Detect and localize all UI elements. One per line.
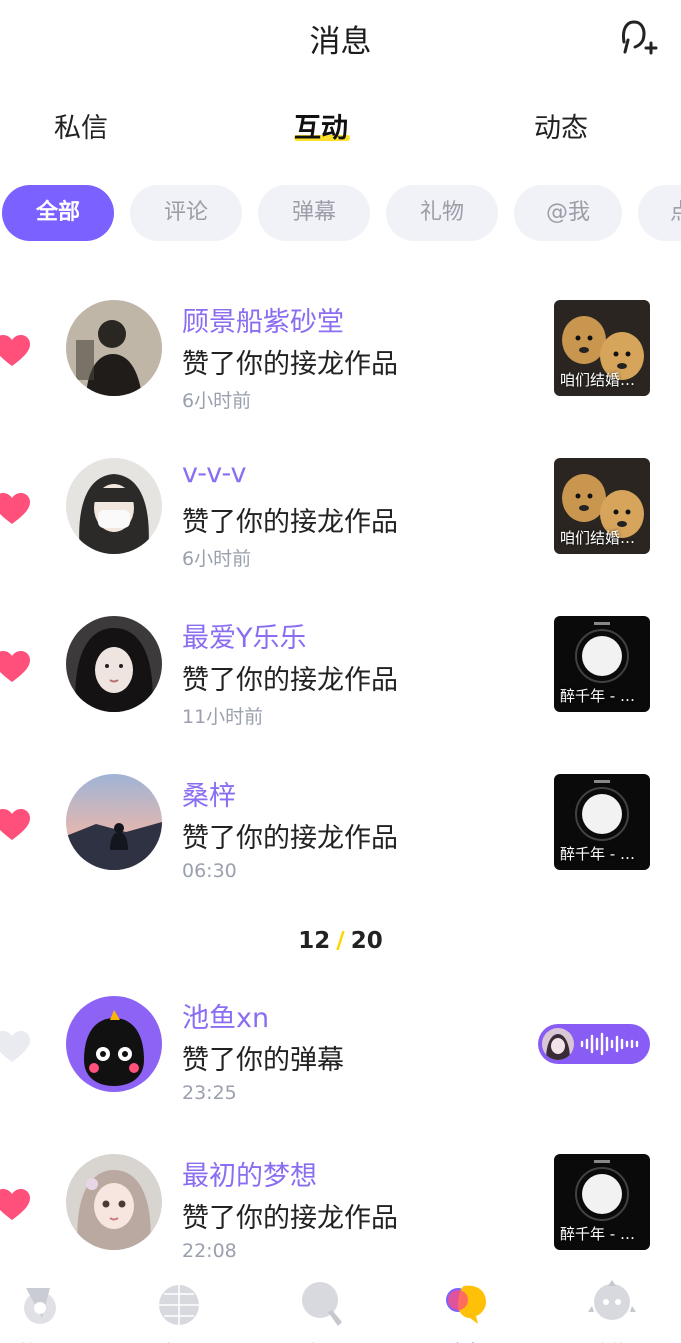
heart-icon: [0, 809, 30, 840]
timestamp: 06:30: [182, 860, 237, 882]
profile-icon: [588, 1280, 636, 1320]
page-current: 12: [298, 928, 331, 954]
chip-all[interactable]: 全部: [2, 185, 114, 241]
mic-icon: [302, 1282, 342, 1326]
user-name[interactable]: v-v-v: [182, 458, 247, 489]
action-text: 赞了你的接龙作品: [182, 823, 398, 854]
page-total: 20: [350, 928, 383, 954]
voice-avatar: [542, 1028, 574, 1060]
nav-me[interactable]: 我的: [570, 1278, 650, 1343]
chip-comment[interactable]: 评论: [130, 185, 242, 241]
work-thumbnail[interactable]: 咱们结婚…: [554, 458, 650, 554]
list-item[interactable]: 池鱼xn 赞了你的弹幕 23:25: [0, 996, 681, 1116]
bottom-nav: 首页 发现 点唱 消息 我的: [0, 1270, 681, 1343]
avatar[interactable]: [66, 616, 162, 712]
thumbnail-caption: 醉千年 - …: [560, 687, 635, 705]
voice-danmaku-bubble[interactable]: [538, 1024, 650, 1064]
nav-discover[interactable]: 发现: [138, 1278, 218, 1343]
avatar[interactable]: [66, 458, 162, 554]
timestamp: 6小时前: [182, 390, 252, 412]
work-thumbnail[interactable]: 醉千年 - …: [554, 1154, 650, 1250]
timestamp: 6小时前: [182, 548, 252, 570]
chip-mention[interactable]: @我: [514, 185, 622, 241]
avatar[interactable]: [66, 1154, 162, 1250]
avatar[interactable]: [66, 774, 162, 870]
action-text: 赞了你的弹幕: [182, 1045, 344, 1076]
message-tabs: 私信 互动 动态: [0, 100, 681, 156]
user-name[interactable]: 最初的梦想: [182, 1154, 317, 1193]
nav-message[interactable]: 消息: [424, 1278, 504, 1343]
heart-outline-icon: [0, 1031, 30, 1062]
thumbnail-caption: 醉千年 - …: [560, 1225, 635, 1243]
heart-icon: [0, 1189, 30, 1220]
list-item[interactable]: 最初的梦想 赞了你的接龙作品 22:08 醉千年 - …: [0, 1154, 681, 1274]
page-separator: /: [336, 928, 345, 954]
avatar[interactable]: [66, 300, 162, 396]
home-icon: [24, 1288, 56, 1324]
page-indicator: 12/20: [0, 928, 681, 954]
thumbnail-caption: 咱们结婚…: [560, 371, 636, 389]
heart-icon: [0, 651, 30, 682]
filter-chips: 全部 评论 弹幕 礼物 @我 点: [0, 185, 681, 241]
nav-sing[interactable]: 点唱: [282, 1278, 362, 1343]
timestamp: 11小时前: [182, 706, 264, 728]
chip-like[interactable]: 点: [638, 185, 681, 241]
heart-icon: [0, 493, 30, 524]
action-text: 赞了你的接龙作品: [182, 665, 398, 696]
timestamp: 22:08: [182, 1240, 237, 1262]
avatar[interactable]: [66, 996, 162, 1092]
heart-icon: [0, 335, 30, 366]
work-thumbnail[interactable]: 醉千年 - …: [554, 616, 650, 712]
tab-feed[interactable]: 动态: [534, 106, 588, 145]
user-name[interactable]: 最爱Y乐乐: [182, 616, 307, 655]
user-name[interactable]: 顾景船紫砂堂: [182, 300, 344, 339]
thumbnail-caption: 咱们结婚…: [560, 529, 636, 547]
header: 消息: [0, 0, 681, 76]
chip-danmaku[interactable]: 弹幕: [258, 185, 370, 241]
list-item[interactable]: v-v-v 赞了你的接龙作品 6小时前 咱们结婚…: [0, 458, 681, 578]
message-icon: [446, 1285, 486, 1324]
timestamp: 23:25: [182, 1082, 237, 1104]
nav-label: 点唱: [282, 1338, 362, 1343]
nav-label: 发现: [138, 1338, 218, 1343]
list-item[interactable]: 桑梓 赞了你的接龙作品 06:30 醉千年 - …: [0, 774, 681, 894]
work-thumbnail[interactable]: 咱们结婚…: [554, 300, 650, 396]
thumbnail-caption: 醉千年 - …: [560, 845, 635, 863]
chip-gift[interactable]: 礼物: [386, 185, 498, 241]
user-name[interactable]: 池鱼xn: [182, 996, 269, 1035]
list-item[interactable]: 最爱Y乐乐 赞了你的接龙作品 11小时前 醉千年 - …: [0, 616, 681, 736]
action-text: 赞了你的接龙作品: [182, 1203, 398, 1234]
tab-private-message[interactable]: 私信: [54, 106, 108, 145]
add-friend-icon[interactable]: [616, 16, 658, 58]
nav-label: 我的: [570, 1338, 650, 1343]
nav-label: 首页: [0, 1338, 76, 1343]
tab-interaction[interactable]: 互动: [294, 106, 348, 145]
action-text: 赞了你的接龙作品: [182, 507, 398, 538]
nav-label: 消息: [424, 1338, 504, 1343]
sound-wave-icon: [580, 1032, 639, 1056]
list-item[interactable]: 顾景船紫砂堂 赞了你的接龙作品 6小时前 咱们结婚…: [0, 300, 681, 420]
disco-ball-icon: [159, 1285, 199, 1325]
action-text: 赞了你的接龙作品: [182, 349, 398, 380]
page-title: 消息: [309, 24, 372, 60]
user-name[interactable]: 桑梓: [182, 774, 236, 813]
work-thumbnail[interactable]: 醉千年 - …: [554, 774, 650, 870]
nav-home[interactable]: 首页: [0, 1278, 76, 1343]
